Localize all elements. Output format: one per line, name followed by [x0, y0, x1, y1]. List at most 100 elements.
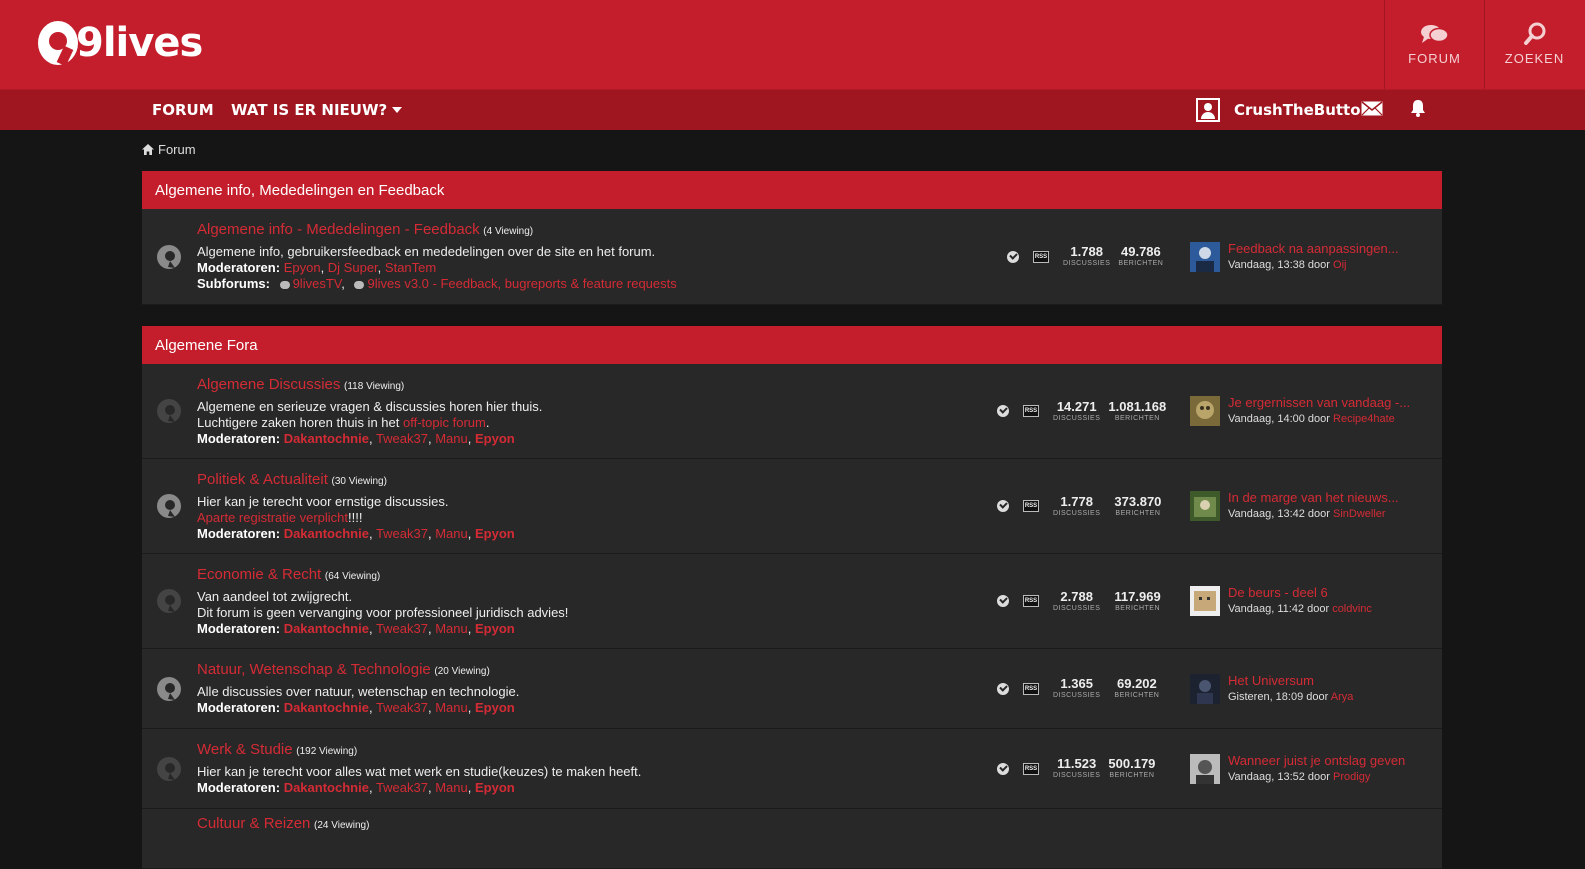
mark-read-check-icon[interactable] [997, 682, 1009, 695]
nav-user-menu[interactable]: CrushTheButton [1196, 90, 1371, 130]
node-title-link[interactable]: Cultuur & Reizen [197, 815, 310, 832]
stat-posts-label: BERICHTEN [1114, 692, 1160, 699]
last-thread-link[interactable]: Feedback na aanpassingen... [1228, 241, 1399, 256]
rss-icon[interactable]: RSS [1033, 250, 1049, 263]
bell-icon [1410, 99, 1426, 121]
rss-icon[interactable]: RSS [1023, 595, 1039, 607]
last-thread-link[interactable]: Je ergernissen van vandaag -... [1228, 395, 1410, 410]
category-title[interactable]: Algemene info, Mededelingen en Feedback [142, 171, 1442, 209]
last-poster-avatar[interactable] [1190, 586, 1220, 616]
moderator-link[interactable]: Epyon [475, 621, 515, 636]
moderator-link[interactable]: Dakantochnie [284, 526, 369, 541]
forum-top-button[interactable]: FORUM [1384, 0, 1484, 89]
stat-discussions: 1.778 DISCUSSIES [1053, 493, 1100, 518]
last-post-meta: Vandaag, 11:42 door [1228, 603, 1330, 615]
moderator-link[interactable]: Dakantochnie [284, 621, 369, 636]
moderator-link[interactable]: Manu [435, 431, 468, 446]
subforum-link[interactable]: 9livesTV [293, 276, 342, 291]
node-title-link[interactable]: Politiek & Actualiteit [197, 471, 328, 488]
search-top-button[interactable]: ZOEKEN [1484, 0, 1584, 89]
moderator-link[interactable]: Epyon [475, 431, 515, 446]
forum-node: Werk & Studie (192 Viewing) Hier kan je … [142, 729, 1442, 809]
mark-read-check-icon[interactable] [997, 762, 1009, 775]
node-description: Hier kan je terecht voor alles wat met w… [197, 764, 642, 779]
moderator-link[interactable]: Epyon [475, 526, 515, 541]
forum-node-icon [157, 494, 181, 518]
nav-whats-new[interactable]: WAT IS ER NIEUW? [231, 90, 403, 130]
last-poster-avatar[interactable] [1190, 396, 1220, 426]
moderator-link[interactable]: Manu [435, 700, 468, 715]
stat-posts-value: 49.786 [1121, 244, 1161, 259]
last-post-meta: Vandaag, 14:00 door [1228, 413, 1330, 425]
last-thread-link[interactable]: De beurs - deel 6 [1228, 585, 1328, 600]
moderators-line: Moderatoren: Dakantochnie, Tweak37, Manu… [197, 621, 515, 636]
node-title-link[interactable]: Natuur, Wetenschap & Technologie [197, 661, 431, 678]
category-block: Algemene info, Mededelingen en Feedback … [142, 171, 1442, 305]
last-poster-avatar[interactable] [1190, 753, 1220, 784]
site-logo[interactable]: 9lives [38, 16, 203, 70]
node-title-link[interactable]: Algemene Discussies [197, 376, 340, 393]
moderator-link[interactable]: Dakantochnie [284, 700, 369, 715]
moderator-link[interactable]: Dakantochnie [284, 431, 369, 446]
last-poster-avatar[interactable] [1190, 673, 1220, 704]
node-title-link[interactable]: Algemene info - Mededelingen - Feedback [197, 221, 480, 238]
last-poster-link[interactable]: Arya [1331, 691, 1354, 703]
breadcrumb[interactable]: Forum [142, 142, 196, 157]
moderators-label: Moderatoren: [197, 780, 281, 795]
moderators-line: Moderatoren: Dakantochnie, Tweak37, Manu… [197, 526, 515, 541]
last-poster-link[interactable]: Recipe4hate [1333, 413, 1395, 425]
stat-posts: 117.969 BERICHTEN [1114, 589, 1160, 613]
nav-forum[interactable]: FORUM [152, 90, 214, 130]
last-thread-link[interactable]: In de marge van het nieuws... [1228, 490, 1399, 505]
stat-discussions-label: DISCUSSIES [1053, 414, 1101, 422]
moderator-link[interactable]: Manu [435, 526, 468, 541]
moderator-link[interactable]: Tweak37 [376, 780, 428, 795]
node-title-link[interactable]: Werk & Studie [197, 741, 293, 758]
category-title[interactable]: Algemene Fora [142, 326, 1442, 364]
node-main: Economie & Recht (64 Viewing) Van aandee… [197, 567, 568, 637]
stat-posts-value: 373.870 [1114, 493, 1162, 509]
stat-discussions-label: DISCUSSIES [1053, 604, 1101, 612]
stat-discussions-label: DISCUSSIES [1063, 260, 1111, 267]
moderator-link[interactable]: Tweak37 [376, 526, 428, 541]
moderator-link[interactable]: Dakantochnie [284, 780, 369, 795]
node-title-link[interactable]: Economie & Recht [197, 566, 321, 583]
moderator-link[interactable]: Tweak37 [376, 431, 428, 446]
mark-read-check-icon[interactable] [1007, 250, 1019, 263]
last-poster-link[interactable]: SinDweller [1333, 508, 1386, 520]
last-poster-link[interactable]: Prodigy [1333, 771, 1370, 783]
rss-icon[interactable]: RSS [1023, 500, 1039, 512]
inbox-button[interactable] [1361, 90, 1383, 130]
rss-icon[interactable]: RSS [1023, 405, 1039, 417]
mark-read-check-icon[interactable] [997, 595, 1009, 607]
moderator-link[interactable]: Dj Super [328, 260, 378, 275]
stat-discussions: 1.365 DISCUSSIES [1053, 677, 1100, 700]
moderator-link[interactable]: Epyon [284, 260, 321, 275]
subforum-link[interactable]: 9lives v3.0 - Feedback, bugreports & fea… [367, 276, 676, 291]
rss-icon[interactable]: RSS [1023, 682, 1039, 695]
last-poster-avatar[interactable] [1190, 491, 1220, 521]
registration-link[interactable]: Aparte registratie verplicht [197, 510, 348, 525]
mark-read-check-icon[interactable] [997, 405, 1009, 417]
stat-discussions-value: 1.778 [1060, 493, 1093, 509]
moderator-link[interactable]: Epyon [475, 700, 515, 715]
offtopic-link[interactable]: off-topic forum [403, 415, 486, 430]
alerts-button[interactable] [1410, 90, 1426, 130]
mark-read-check-icon[interactable] [997, 500, 1009, 512]
last-poster-link[interactable]: Oij [1333, 259, 1346, 271]
nav-whats-new-label: WAT IS ER NIEUW? [231, 101, 388, 119]
moderator-link[interactable]: StanTem [385, 260, 436, 275]
last-poster-link[interactable]: coldvinc [1332, 603, 1372, 615]
rss-icon[interactable]: RSS [1023, 762, 1039, 775]
moderator-link[interactable]: Manu [435, 780, 468, 795]
last-thread-link[interactable]: Het Universum [1228, 673, 1314, 688]
moderator-link[interactable]: Epyon [475, 780, 515, 795]
moderator-link[interactable]: Tweak37 [376, 621, 428, 636]
last-poster-avatar[interactable] [1190, 241, 1220, 272]
last-thread-link[interactable]: Wanneer juist je ontslag geven [1228, 753, 1405, 768]
speech-bubble-icon [354, 280, 365, 289]
moderator-link[interactable]: Manu [435, 621, 468, 636]
node-stats: RSS 1.778 DISCUSSIES 373.870 BERICHTEN [997, 459, 1169, 553]
forum-node: Cultuur & Reizen (24 Viewing) [142, 809, 1442, 869]
moderator-link[interactable]: Tweak37 [376, 700, 428, 715]
